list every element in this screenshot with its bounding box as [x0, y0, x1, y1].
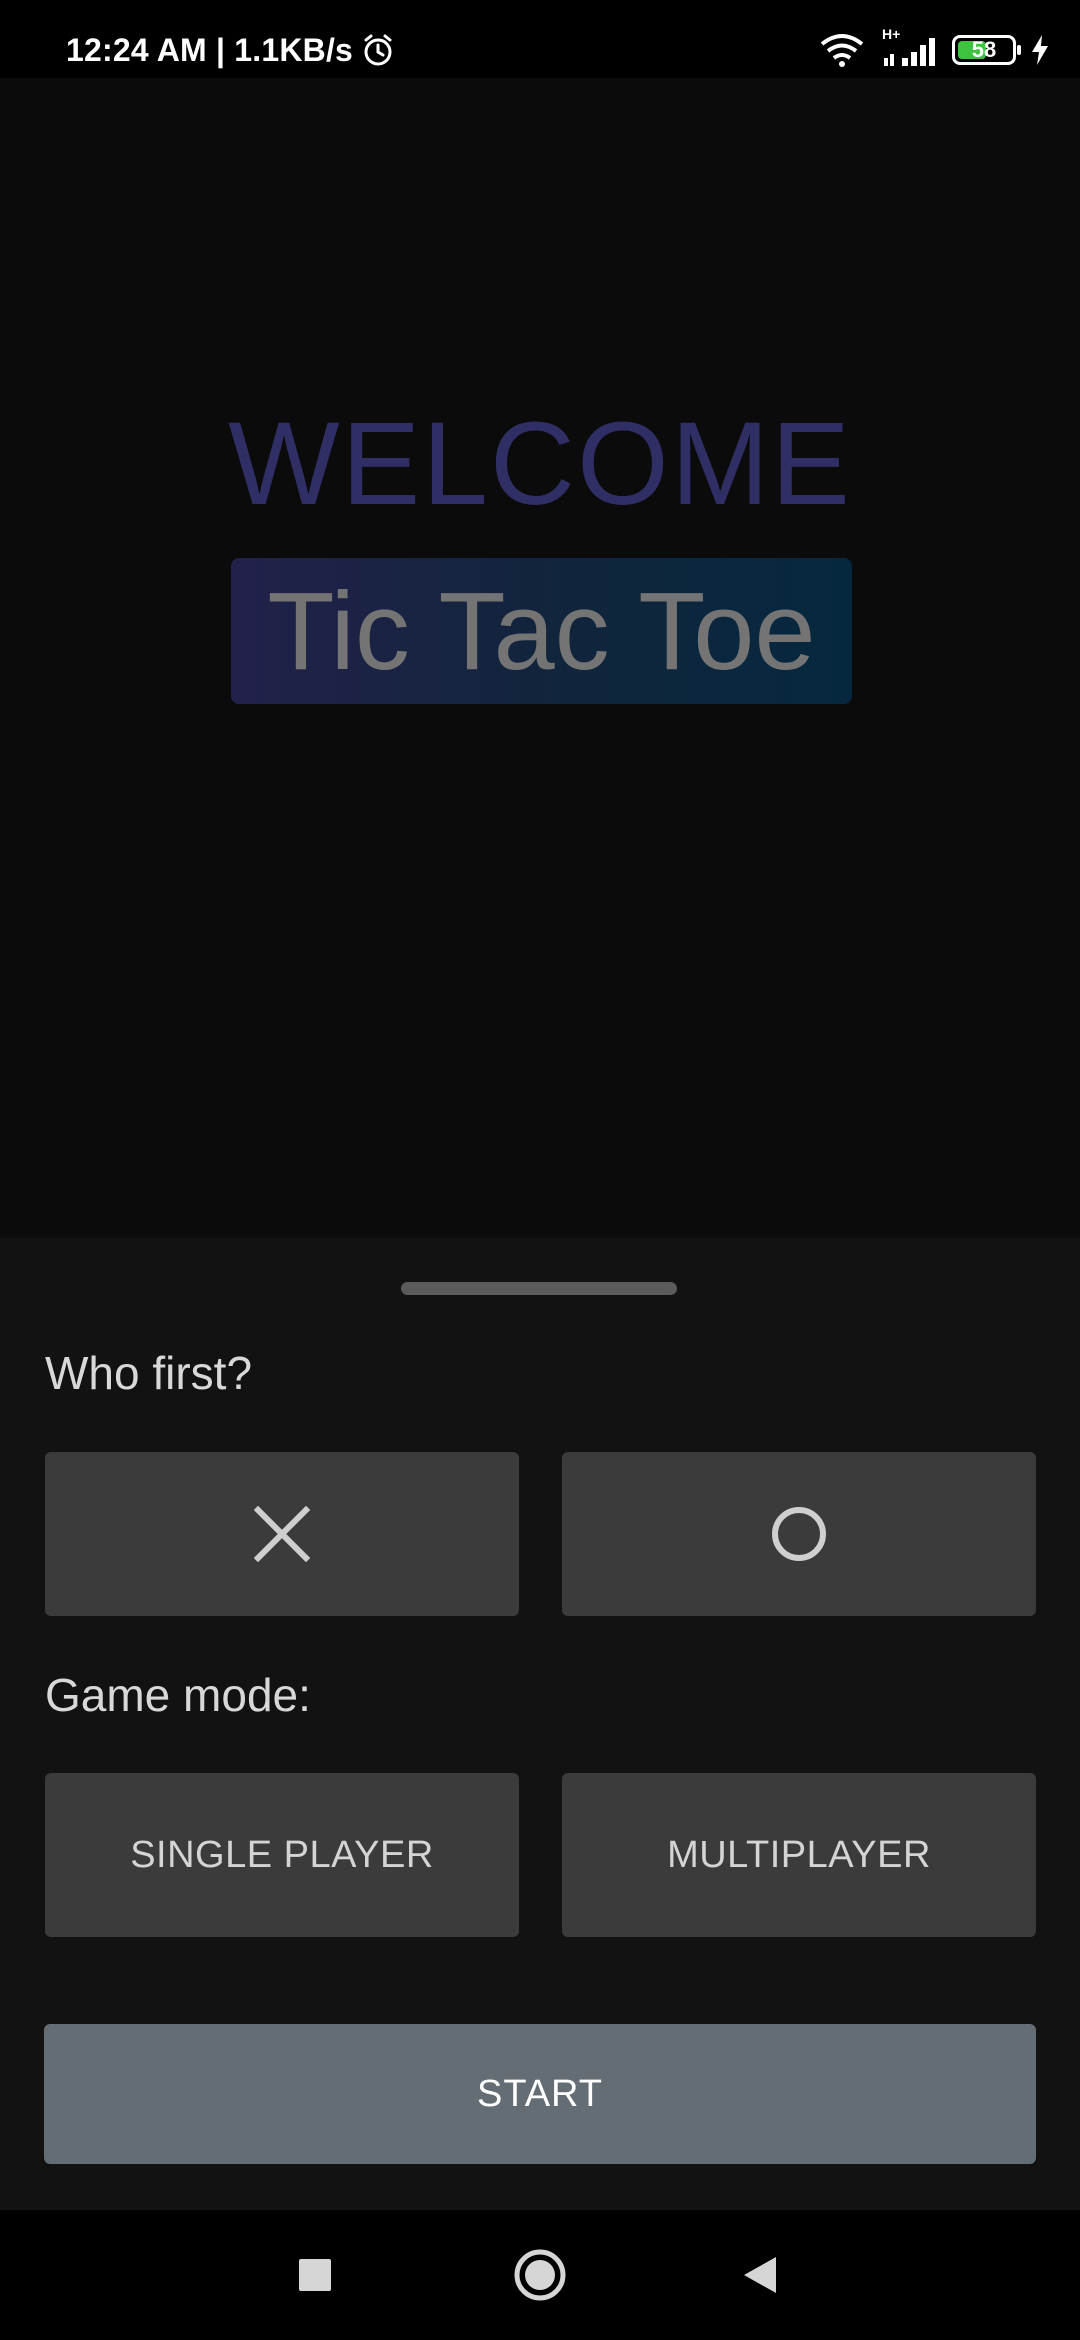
status-bar: 12:24 AM | 1.1KB/s H+ 58: [0, 0, 1080, 78]
home-button[interactable]: [495, 2230, 585, 2320]
home-circle-icon: [514, 2249, 566, 2301]
battery-icon: 58: [952, 35, 1021, 65]
recents-square-icon: [299, 2259, 331, 2291]
app-title-banner: Tic Tac Toe: [231, 558, 852, 704]
back-button[interactable]: [715, 2230, 805, 2320]
recents-button[interactable]: [270, 2230, 360, 2320]
back-triangle-icon: [744, 2257, 776, 2293]
o-icon: [772, 1507, 826, 1561]
multiplayer-label: MULTIPLAYER: [667, 1833, 931, 1876]
signal-indicator: H+: [880, 26, 938, 68]
single-player-label: SINGLE PLAYER: [130, 1833, 434, 1876]
wifi-icon: [820, 34, 864, 67]
settings-bottom-sheet: Who first? Game mode: SINGLE PLAYER MULT…: [0, 1238, 1080, 2210]
status-time-speed: 12:24 AM | 1.1KB/s: [66, 31, 354, 68]
charging-icon: [1032, 35, 1048, 65]
x-icon: [254, 1506, 310, 1562]
single-player-button[interactable]: SINGLE PLAYER: [45, 1773, 519, 1937]
sheet-drag-handle[interactable]: [401, 1282, 677, 1295]
alarm-icon: [364, 34, 392, 66]
multiplayer-button[interactable]: MULTIPLAYER: [562, 1773, 1036, 1937]
start-label: START: [476, 2072, 604, 2115]
welcome-heading: WELCOME: [228, 398, 852, 530]
game-mode-label: Game mode:: [45, 1669, 311, 1721]
start-button[interactable]: START: [44, 2024, 1036, 2164]
who-first-label: Who first?: [45, 1347, 253, 1399]
system-navigation-bar: [0, 2210, 1080, 2340]
first-x-button[interactable]: [45, 1452, 519, 1616]
app-title-text: Tic Tac Toe: [267, 569, 816, 693]
battery-level: 58: [971, 37, 997, 62]
first-o-button[interactable]: [562, 1452, 1036, 1616]
main-area: WELCOME Tic Tac Toe: [0, 78, 1080, 1238]
network-type-label: H+: [882, 26, 901, 42]
